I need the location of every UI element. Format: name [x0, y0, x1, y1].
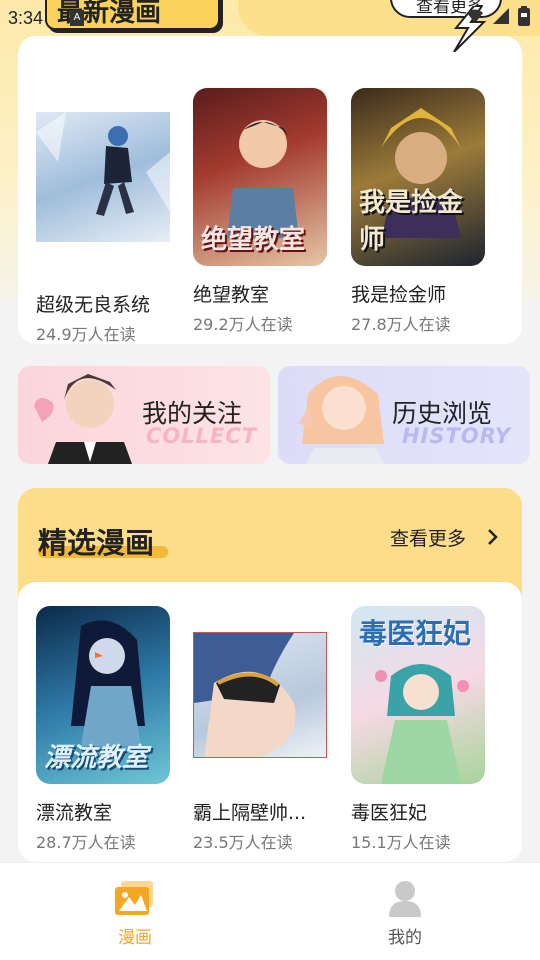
follow-character-illustration	[34, 374, 132, 464]
character-figure	[71, 620, 145, 746]
comic-cover[interactable]	[193, 632, 327, 758]
comic-item[interactable]: 我是捡金师 我是捡金师 27.8万人在读	[351, 88, 491, 335]
comic-readers: 29.2万人在读	[193, 315, 293, 334]
wifi-icon	[467, 9, 483, 23]
comic-title: 毒医狂妃	[351, 802, 428, 824]
latest-comics-list: 超级无良系统 24.9万人在读 绝望教室 绝望教室 29.2万人在读 我是捡金师…	[18, 36, 522, 344]
masked-character-art	[194, 633, 296, 757]
comic-item[interactable]: 超级无良系统 24.9万人在读	[36, 88, 176, 345]
comic-title: 我是捡金师	[351, 284, 447, 306]
cover-title-art: 我是捡金师	[359, 188, 464, 255]
comic-item[interactable]: 霸上隔壁帅... 23.5万人在读	[193, 606, 333, 853]
battery-icon	[518, 6, 530, 26]
comic-cover[interactable]: 绝望教室	[193, 88, 327, 266]
comic-readers: 27.8万人在读	[351, 315, 451, 334]
glass-shards-graphic	[36, 112, 170, 212]
signal-icon	[493, 8, 509, 24]
my-follow-shortcut[interactable]: 我的关注 COLLECT	[18, 366, 270, 464]
profile-icon	[389, 881, 421, 917]
history-character-illustration	[298, 376, 384, 464]
comic-cover[interactable]: 我是捡金师	[351, 88, 485, 266]
notification-badge: A	[70, 10, 84, 26]
chevron-right-icon[interactable]	[486, 527, 500, 547]
comic-item[interactable]: 毒医狂妃 毒医狂妃 15.1万人在读	[351, 606, 491, 853]
bottom-navigation: 漫画 我的	[0, 862, 540, 960]
status-bar: 3:34 A	[0, 0, 540, 36]
status-icons	[466, 6, 530, 26]
featured-comics-list: 漂流教室 漂流教室 28.7万人在读 霸上隔壁帅... 23.5万人在读 毒医狂…	[18, 582, 522, 862]
comics-icon	[115, 881, 153, 915]
comic-item[interactable]: 漂流教室 漂流教室 28.7万人在读	[36, 606, 176, 853]
collect-watermark: COLLECT	[146, 424, 258, 448]
history-shortcut[interactable]: 历史浏览 HISTORY	[278, 366, 530, 464]
comic-cover[interactable]: 漂流教室	[36, 606, 170, 784]
comic-title: 霸上隔壁帅...	[193, 802, 307, 824]
comic-readers: 28.7万人在读	[36, 833, 136, 852]
comic-readers: 23.5万人在读	[193, 833, 293, 852]
nav-label-mine: 我的	[388, 928, 422, 948]
comic-title: 漂流教室	[36, 802, 113, 824]
comic-item[interactable]: 绝望教室 绝望教室 29.2万人在读	[193, 88, 333, 335]
cover-title-art: 绝望教室	[201, 225, 306, 255]
comic-cover[interactable]: 毒医狂妃	[351, 606, 485, 784]
cover-title-art: 漂流教室	[44, 743, 149, 773]
cover-title-art: 毒医狂妃	[359, 617, 472, 650]
featured-more-button[interactable]: 查看更多	[390, 524, 466, 551]
featured-comics-card: 漂流教室 漂流教室 28.7万人在读 霸上隔壁帅... 23.5万人在读 毒医狂…	[18, 582, 522, 862]
comic-readers: 24.9万人在读	[36, 325, 136, 344]
comic-cover[interactable]	[36, 112, 170, 242]
comic-title: 超级无良系统	[36, 294, 151, 316]
featured-section-title: 精选漫画	[38, 526, 155, 560]
status-time: 3:34	[8, 8, 44, 28]
comic-readers: 15.1万人在读	[351, 833, 451, 852]
nav-tab-mine[interactable]: 我的	[365, 879, 445, 948]
nav-label-comics: 漫画	[118, 928, 152, 948]
comic-title: 绝望教室	[193, 284, 270, 306]
character-figure	[375, 664, 469, 784]
nav-tab-comics[interactable]: 漫画	[95, 879, 175, 948]
history-watermark: HISTORY	[402, 424, 512, 448]
latest-comics-card: 超级无良系统 24.9万人在读 绝望教室 绝望教室 29.2万人在读 我是捡金师…	[18, 36, 522, 344]
